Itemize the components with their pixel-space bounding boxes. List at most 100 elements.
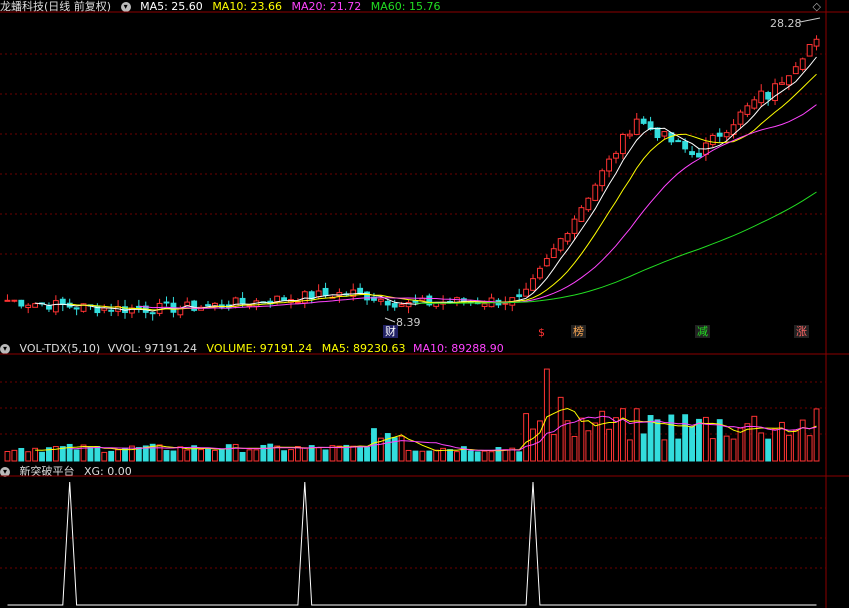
candle-body [59, 298, 66, 305]
tag-jian[interactable]: 减 [695, 325, 710, 338]
volume-bar [668, 414, 675, 462]
candle-body [758, 90, 765, 104]
volume-bar [696, 418, 702, 462]
candle-body [744, 105, 751, 115]
candle-body [772, 83, 778, 102]
volume-bar [412, 450, 419, 462]
volume-bar [87, 446, 94, 462]
volume-bar [177, 446, 184, 462]
candle-body [550, 248, 557, 259]
candle-body [11, 299, 18, 302]
candle-body [779, 82, 785, 85]
volume-bar [218, 449, 225, 462]
candle-body [18, 299, 25, 307]
high-price-label: 28.28 [770, 17, 802, 30]
candle-body [523, 288, 530, 297]
volume-bar [267, 443, 274, 462]
candle-body [571, 218, 578, 234]
candle-body [315, 290, 322, 298]
volume-bar [253, 449, 260, 462]
ma10-line [69, 73, 817, 311]
volume-bar [239, 451, 246, 462]
volume-bar [557, 396, 564, 462]
volume-bar [481, 450, 488, 462]
candle-body [516, 294, 523, 298]
candle-body [391, 303, 398, 308]
volume-bar [454, 451, 460, 462]
volume-bar [564, 420, 571, 462]
volume-bar [765, 438, 772, 462]
candle-body [585, 197, 592, 211]
volume-bar [322, 449, 329, 462]
tag-zhang[interactable]: 涨 [794, 325, 809, 338]
volume-bar [11, 449, 18, 462]
volume-bar [806, 435, 813, 462]
volume-bar [772, 428, 778, 462]
volume-bar [115, 449, 122, 462]
volume-bar [661, 439, 668, 462]
candle-body [626, 133, 633, 137]
candle-body [606, 158, 613, 172]
volume-bar [108, 450, 115, 462]
volume-bar [80, 444, 87, 462]
volume-bar [301, 447, 308, 462]
volume-bar [813, 408, 820, 462]
volume-bar [281, 450, 287, 462]
volume-bar [246, 449, 253, 462]
candle-body [52, 300, 59, 313]
volume-bar [550, 434, 557, 462]
diamond-icon[interactable]: ◇ [813, 0, 821, 13]
ma60-line [415, 191, 817, 304]
volume-bar [232, 443, 239, 462]
volume-bar [336, 445, 343, 462]
volume-bar [4, 451, 11, 462]
candle-body [46, 305, 52, 310]
volume-bar [585, 430, 592, 462]
volume-bar [619, 408, 626, 462]
candle-body [149, 312, 156, 315]
candle-body [654, 127, 661, 139]
ma5-line [35, 56, 817, 312]
candle-body [557, 238, 564, 251]
candle-body [398, 304, 405, 307]
candle-body [723, 132, 730, 138]
tag-bang[interactable]: 榜 [571, 325, 586, 338]
volume-bar [689, 426, 695, 462]
volume-bar [467, 450, 474, 462]
volume-bar [723, 435, 730, 462]
volume-bar [592, 422, 599, 462]
volume-bar [101, 451, 108, 462]
volume-bar [578, 417, 585, 462]
candle-body [481, 303, 488, 307]
volume-bar [474, 451, 481, 462]
volume-bar [135, 447, 142, 462]
candle-body [412, 300, 419, 303]
volume-bar [39, 451, 45, 462]
volume-bar [211, 449, 218, 462]
candle-body [619, 134, 626, 155]
volume-bar [785, 434, 792, 462]
volume-bar [260, 444, 267, 462]
candle-body [163, 301, 170, 304]
volume-bar [163, 450, 170, 462]
tag-dollar[interactable]: $ [536, 326, 547, 339]
volume-bar [350, 445, 357, 462]
volume-bar [288, 449, 294, 462]
candle-body [32, 303, 39, 308]
candle-body [564, 233, 571, 242]
candle-body [502, 302, 509, 305]
stock-chart[interactable] [0, 0, 849, 608]
candle-body [599, 170, 606, 187]
candle-body [274, 295, 281, 303]
volume-bar [799, 419, 806, 462]
candle-body [799, 58, 806, 70]
volume-bar [25, 451, 32, 462]
candle-body [813, 38, 820, 47]
candle-body [294, 301, 301, 304]
volume-bar [73, 449, 80, 462]
volume-bar [523, 413, 530, 462]
candle-body [156, 302, 163, 314]
volume-bar [626, 439, 633, 462]
volume-bar [543, 368, 550, 462]
candle-body [543, 258, 550, 267]
